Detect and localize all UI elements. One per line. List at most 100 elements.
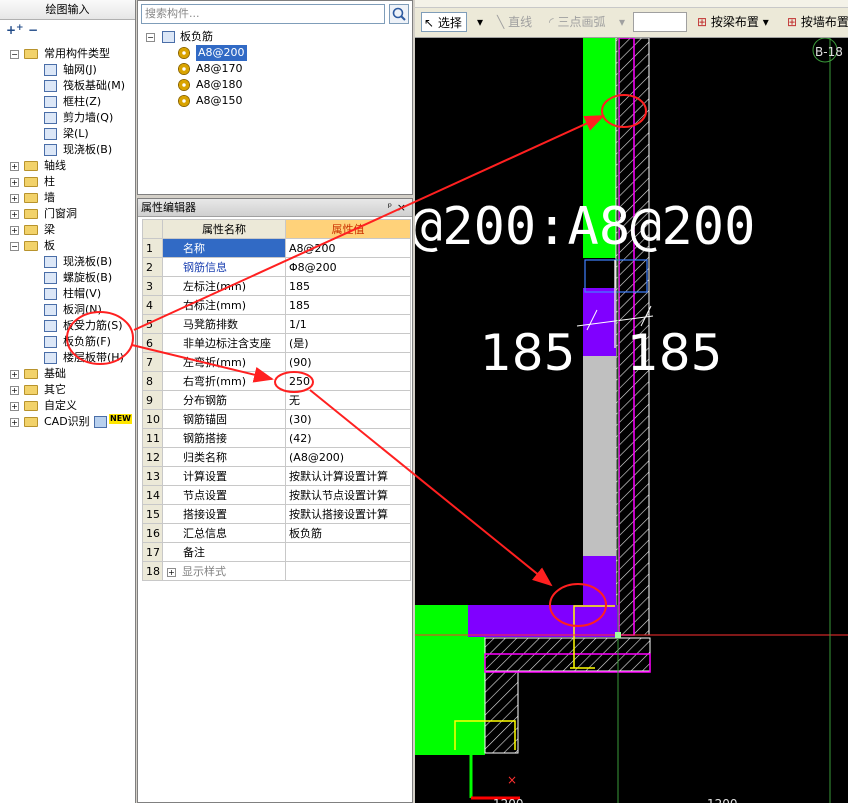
expand-icon[interactable]: + <box>10 178 19 187</box>
collapse-icon[interactable]: − <box>10 242 19 251</box>
property-row[interactable]: 17 备注 <box>142 542 411 562</box>
arc-button[interactable]: ◜ 三点画弧 <box>549 12 606 32</box>
property-row[interactable]: 3 左标注(mm) 185 <box>142 276 411 296</box>
tree-item[interactable]: 螺旋板(B) <box>0 270 136 286</box>
search-input[interactable]: 搜索构件... <box>141 4 385 24</box>
place-by-wall-button[interactable]: ⊞ 按墙布置 <box>787 12 848 32</box>
tree-item[interactable]: − 板 <box>0 238 136 254</box>
component-item[interactable]: A8@170 <box>144 61 404 77</box>
tree-item[interactable]: 轴网(J) <box>0 62 136 78</box>
expand-all-icon[interactable]: + <box>6 23 16 37</box>
select-button[interactable]: ↖ 选择 <box>421 12 467 32</box>
property-row[interactable]: 18 + 显示样式 <box>142 561 411 581</box>
folder-icon <box>24 209 38 219</box>
property-row[interactable]: 16 汇总信息 板负筋 <box>142 523 411 543</box>
collapse-icon[interactable]: − <box>146 33 155 42</box>
property-value[interactable]: 1/1 <box>285 314 411 334</box>
tree-item[interactable]: + 自定义 <box>0 398 136 414</box>
tree-item[interactable]: + 其它 <box>0 382 136 398</box>
property-value[interactable]: 无 <box>285 390 411 410</box>
property-value[interactable]: Φ8@200 <box>285 257 411 277</box>
property-value[interactable]: (30) <box>285 409 411 429</box>
expand-icon[interactable]: + <box>10 418 19 427</box>
toolbar-combo[interactable] <box>633 12 687 32</box>
property-value[interactable]: 按默认搭接设置计算 <box>285 504 411 524</box>
property-row[interactable]: 15 搭接设置 按默认搭接设置计算 <box>142 504 411 524</box>
property-value[interactable]: (90) <box>285 352 411 372</box>
select-dropdown[interactable]: ▾ <box>477 12 483 32</box>
property-value[interactable]: 185 <box>285 295 411 315</box>
line-button[interactable]: ╲ 直线 <box>497 12 532 32</box>
property-value[interactable] <box>285 561 411 581</box>
arc-dropdown[interactable]: ▾ <box>619 12 625 32</box>
property-value[interactable]: 板负筋 <box>285 523 411 543</box>
tree-item[interactable]: 柱帽(V) <box>0 286 136 302</box>
tree-item[interactable]: + 墙 <box>0 190 136 206</box>
property-value[interactable]: 250 <box>285 371 411 391</box>
rebar-label: @200:A8@200 <box>415 197 755 257</box>
property-value[interactable]: 按默认计算设置计算 <box>285 466 411 486</box>
tree-item[interactable]: + 门窗洞 <box>0 206 136 222</box>
tree-item[interactable]: + 基础 <box>0 366 136 382</box>
expand-icon[interactable]: + <box>10 402 19 411</box>
tree-item[interactable]: 现浇板(B) <box>0 142 136 158</box>
expand-icon[interactable]: + <box>167 568 176 577</box>
place-by-beam-button[interactable]: ⊞ 按梁布置 ▾ <box>697 12 769 32</box>
property-row[interactable]: 7 左弯折(mm) (90) <box>142 352 411 372</box>
property-row[interactable]: 1 名称 A8@200 <box>142 238 411 258</box>
tree-item[interactable]: 板受力筋(S) <box>0 318 136 334</box>
component-item[interactable]: A8@150 <box>144 93 404 109</box>
property-row[interactable]: 13 计算设置 按默认计算设置计算 <box>142 466 411 486</box>
tree-item[interactable]: 筏板基础(M) <box>0 78 136 94</box>
tree-item[interactable]: 楼层板带(H) <box>0 350 136 366</box>
tree-item[interactable]: 梁(L) <box>0 126 136 142</box>
tree-item[interactable]: − 常用构件类型 <box>0 46 136 62</box>
expand-icon[interactable]: + <box>10 370 19 379</box>
property-value[interactable]: (是) <box>285 333 411 353</box>
tree-item[interactable]: 板负筋(F) <box>0 334 136 350</box>
expand-icon[interactable]: + <box>10 162 19 171</box>
drawing-canvas[interactable]: × @200:A8@200 185 185 B-18 1200 1200 <box>415 38 848 803</box>
tree-item[interactable]: + 梁 <box>0 222 136 238</box>
property-row[interactable]: 12 归类名称 (A8@200) <box>142 447 411 467</box>
property-row[interactable]: 5 马凳筋排数 1/1 <box>142 314 411 334</box>
property-row[interactable]: 8 右弯折(mm) 250 <box>142 371 411 391</box>
property-value[interactable]: 185 <box>285 276 411 296</box>
property-table: 属性名称 属性值 1 名称 A8@200 2 钢筋信息 Φ8@200 3 左标注(mm) 185… <box>142 219 411 581</box>
tree-item[interactable]: 现浇板(B) <box>0 254 136 270</box>
property-value[interactable] <box>285 542 411 562</box>
component-item[interactable]: A8@200 <box>144 45 404 61</box>
property-value[interactable]: 按默认节点设置计算 <box>285 485 411 505</box>
expand-icon[interactable]: + <box>10 226 19 235</box>
property-value[interactable]: A8@200 <box>285 238 411 258</box>
search-button[interactable] <box>389 4 409 24</box>
property-row[interactable]: 6 非单边标注含支座 (是) <box>142 333 411 353</box>
component-item[interactable]: A8@180 <box>144 77 404 93</box>
property-row[interactable]: 14 节点设置 按默认节点设置计算 <box>142 485 411 505</box>
collapse-icon[interactable]: − <box>10 50 19 59</box>
tree-item[interactable]: + 轴线 <box>0 158 136 174</box>
close-icon[interactable]: × <box>397 199 406 217</box>
expand-icon[interactable]: + <box>10 194 19 203</box>
property-row[interactable]: 11 钢筋搭接 (42) <box>142 428 411 448</box>
tree-item[interactable]: 框柱(Z) <box>0 94 136 110</box>
property-row[interactable]: 4 右标注(mm) 185 <box>142 295 411 315</box>
pin-icon[interactable]: ᵖ <box>388 199 392 217</box>
property-name-text: 非单边标注含支座 <box>183 337 271 350</box>
tree-item[interactable]: + CAD识别 NEW <box>0 414 136 430</box>
tree-item[interactable]: 板洞(N) <box>0 302 136 318</box>
property-value[interactable]: (42) <box>285 428 411 448</box>
collapse-all-icon[interactable]: − <box>28 23 38 37</box>
expand-icon[interactable]: + <box>10 386 19 395</box>
component-type-icon <box>44 256 57 268</box>
property-value[interactable]: (A8@200) <box>285 447 411 467</box>
component-type-tree: − 常用构件类型 轴网(J) 筏板基础(M) 框柱(Z) 剪力墙(Q) 梁(L) 现浇板(B)… <box>0 46 136 430</box>
tree-item[interactable]: 剪力墙(Q) <box>0 110 136 126</box>
property-row[interactable]: 10 钢筋锚固 (30) <box>142 409 411 429</box>
add-small-icon[interactable]: + <box>16 23 24 33</box>
property-row[interactable]: 2 钢筋信息 Φ8@200 <box>142 257 411 277</box>
component-root[interactable]: − 板负筋 <box>144 29 404 45</box>
expand-icon[interactable]: + <box>10 210 19 219</box>
property-row[interactable]: 9 分布钢筋 无 <box>142 390 411 410</box>
tree-item[interactable]: + 柱 <box>0 174 136 190</box>
